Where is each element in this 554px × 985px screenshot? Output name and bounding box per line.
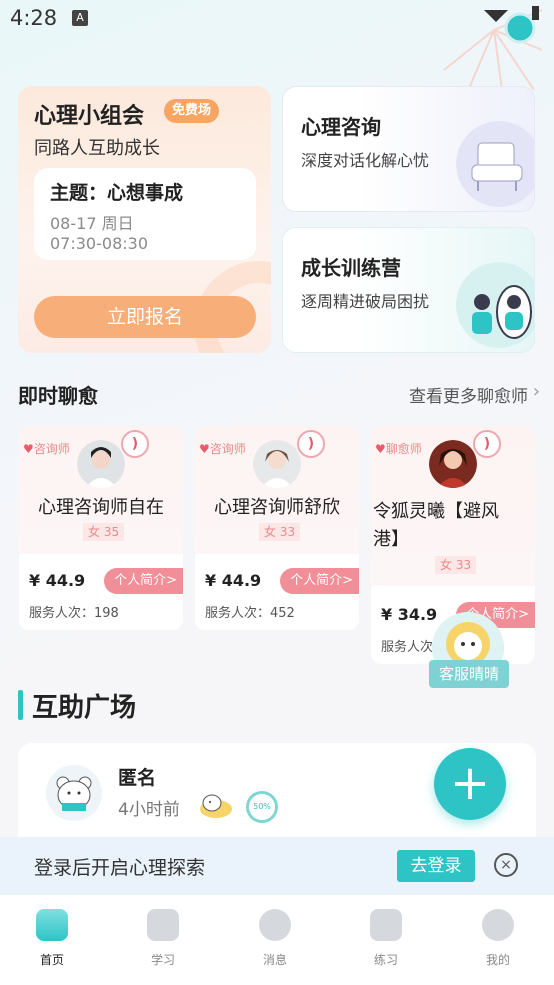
profile-icon — [482, 909, 514, 941]
mood-bear-icon — [200, 794, 232, 818]
armchair-icon — [456, 121, 534, 207]
group-subtitle: 同路人互助成长 — [34, 138, 160, 159]
tab-label: 练习 — [373, 953, 398, 967]
heart-icon: ♥ — [23, 442, 34, 456]
message-icon — [259, 909, 291, 941]
plaza-title: 互助广场 — [32, 693, 137, 723]
notification-icon: A — [72, 10, 88, 26]
gender-age-tag: 女 33 — [435, 556, 477, 574]
customer-service-button[interactable]: 客服晴晴 — [429, 660, 509, 688]
book-icon — [147, 909, 179, 941]
post-time: 4小时前 — [118, 800, 180, 820]
signup-button[interactable]: 立即报名 — [34, 296, 256, 338]
bottom-tab-bar: 首页 学习 消息 练习 我的 — [0, 895, 554, 985]
tab-label: 首页 — [39, 953, 64, 967]
counselor-card[interactable]: ♥咨询师 ) 心理咨询师自在 女 35 ¥ 44.9 个人简介> 服务人次：19… — [19, 426, 183, 630]
group-date: 08-17 周日 — [50, 214, 134, 233]
group-topic-box: 主题：心想事成 08-17 周日 07:30-08:30 — [34, 168, 256, 260]
camp-subtitle: 逐周精进破局困扰 — [301, 292, 430, 311]
counselor-name: 心理咨询师舒欣 — [214, 497, 340, 518]
calendar-icon — [370, 909, 402, 941]
served-count: 服务人次：198 — [29, 606, 119, 621]
consult-card[interactable]: 心理咨询 深度对话化解心忧 — [282, 86, 535, 212]
counselor-badge: ♥聊愈师 — [375, 442, 422, 456]
consult-subtitle: 深度对话化解心忧 — [301, 151, 430, 170]
instant-chat-title: 即时聊愈 — [18, 384, 98, 408]
login-banner: 登录后开启心理探索 去登录 × — [0, 837, 554, 895]
heart-icon: ♥ — [199, 442, 210, 456]
more-healers-link[interactable]: 查看更多聊愈师 — [409, 382, 528, 407]
tab-label: 学习 — [150, 953, 175, 967]
price: ¥ 44.9 — [205, 571, 262, 590]
price: ¥ 44.9 — [29, 571, 86, 590]
tab-learn[interactable]: 学习 — [128, 909, 198, 968]
group-meeting-card[interactable]: 心理小组会 免费场 同路人互助成长 主题：心想事成 08-17 周日 07:30… — [18, 86, 271, 353]
profile-intro-button[interactable]: 个人简介> — [104, 568, 183, 594]
login-button[interactable]: 去登录 — [397, 850, 475, 882]
gender-age-tag: 女 35 — [83, 523, 125, 541]
consult-title: 心理咨询 — [301, 115, 381, 139]
post-author: 匿名 — [118, 767, 157, 789]
counselor-name-cont: 港】 — [373, 529, 409, 550]
section-accent-bar — [18, 690, 23, 720]
tab-label: 我的 — [485, 953, 510, 967]
counselor-badge: ♥咨询师 — [199, 442, 246, 456]
training-camp-card[interactable]: 成长训练营 逐周精进破局困扰 — [282, 227, 535, 353]
tab-home[interactable]: 首页 — [17, 909, 87, 968]
close-icon[interactable]: × — [494, 853, 518, 877]
tab-messages[interactable]: 消息 — [240, 909, 310, 968]
chevron-right-icon[interactable]: › — [533, 381, 540, 402]
served-count: 服务人次 — [381, 640, 434, 655]
group-time: 07:30-08:30 — [50, 234, 148, 253]
home-icon — [36, 909, 68, 941]
counselor-card[interactable]: ♥咨询师 ) 心理咨询师舒欣 女 33 ¥ 44.9 个人简介> 服务人次：45… — [195, 426, 359, 630]
counselor-name: 心理咨询师自在 — [38, 497, 164, 518]
login-prompt: 登录后开启心理探索 — [34, 857, 206, 879]
mood-progress-ring: 50% — [246, 791, 278, 823]
counselor-name: 令狐灵曦【避风 — [373, 501, 499, 522]
free-badge: 免费场 — [164, 99, 220, 123]
served-count: 服务人次：452 — [205, 606, 295, 621]
heart-icon: ♥ — [375, 442, 386, 456]
voice-icon[interactable]: ) — [121, 430, 149, 458]
tab-practice[interactable]: 练习 — [351, 909, 421, 968]
voice-icon[interactable]: ) — [297, 430, 325, 458]
anonymous-bear-avatar-icon — [46, 765, 102, 821]
add-post-button[interactable]: + — [434, 748, 506, 820]
avatar — [253, 440, 301, 488]
tab-profile[interactable]: 我的 — [463, 909, 533, 968]
group-title: 心理小组会 — [34, 104, 145, 129]
counselor-badge: ♥咨询师 — [23, 442, 70, 456]
price: ¥ 34.9 — [381, 605, 438, 624]
group-topic: 主题：心想事成 — [50, 182, 184, 204]
camp-title: 成长训练营 — [301, 256, 401, 280]
voice-icon[interactable]: ) — [473, 430, 501, 458]
tab-label: 消息 — [262, 953, 287, 967]
status-time: 4:28 — [10, 6, 58, 30]
avatar — [77, 440, 125, 488]
profile-intro-button[interactable]: 个人简介> — [280, 568, 359, 594]
gender-age-tag: 女 33 — [259, 523, 301, 541]
mirror-people-icon — [456, 262, 534, 348]
avatar — [429, 440, 477, 488]
